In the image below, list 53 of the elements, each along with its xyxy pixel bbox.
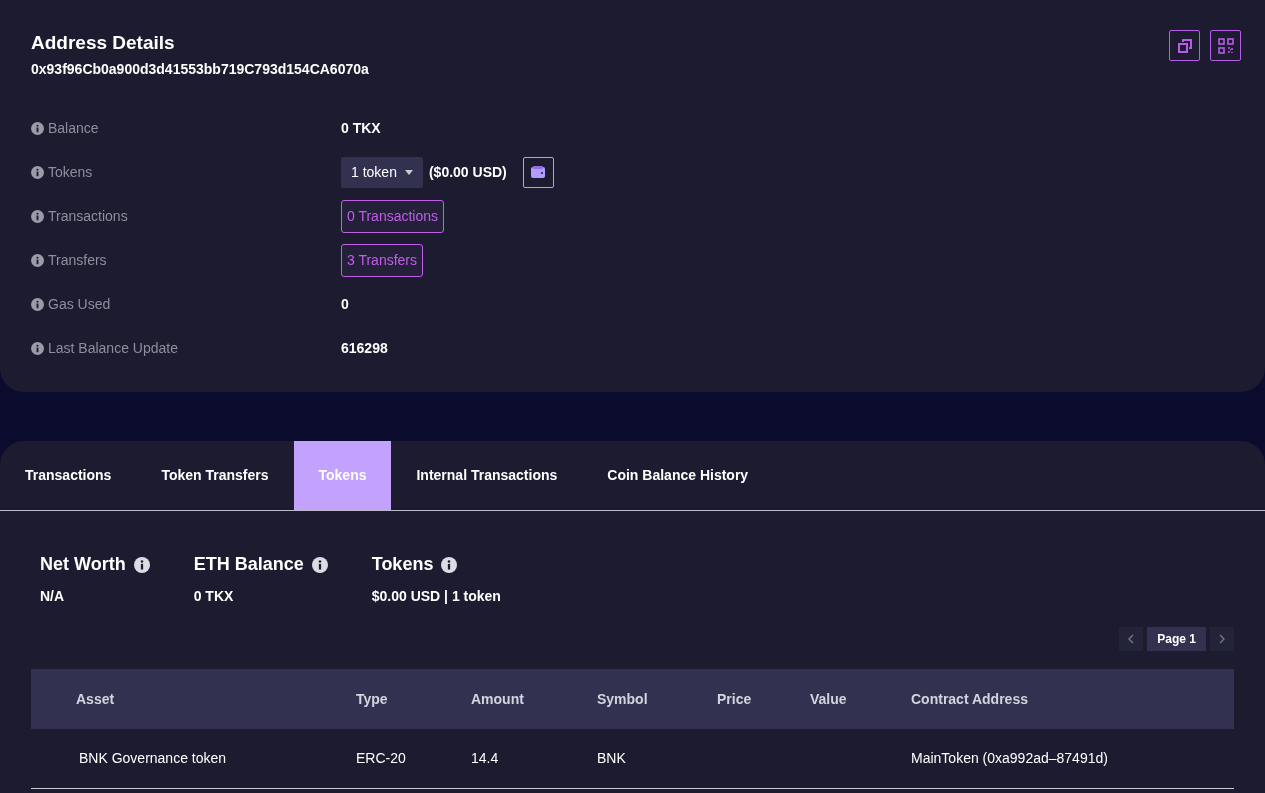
chevron-right-icon [1218, 634, 1226, 644]
detail-label: Balance [48, 118, 99, 138]
column-header: Price [717, 689, 753, 709]
detail-label: Tokens [48, 162, 93, 182]
table-cell-text: ERC-20 [356, 749, 407, 768]
summary-label: Tokens [371, 553, 434, 576]
tab[interactable]: Transactions [0, 441, 137, 510]
address-hash: 0x93f96Cb0a900d3d41553bb719C793d154CA6070a [31, 60, 369, 79]
detail-value: 0 TKX [341, 118, 381, 138]
info-icon [311, 556, 328, 573]
chevron-left-icon [1127, 634, 1136, 644]
info-icon [31, 341, 44, 355]
info-icon [31, 253, 44, 267]
count-link[interactable]: 3 Transfers [341, 243, 424, 277]
caret-icon [404, 169, 413, 175]
info-icon [133, 556, 150, 573]
table-cell-text: BNK [597, 749, 627, 768]
detail-label: Last Balance Update [48, 338, 178, 358]
column-header: Type [356, 689, 389, 709]
summary-value: $0.00 USD | 1 token [371, 587, 501, 606]
detail-label: Transactions [48, 206, 128, 226]
column-header: Amount [471, 689, 525, 709]
column-header: Asset [76, 689, 116, 709]
detail-label: Transfers [48, 250, 107, 270]
detail-value: 0 [341, 294, 349, 314]
info-icon [31, 165, 44, 179]
qr-code-icon[interactable] [1210, 30, 1241, 61]
column-header: Contract Address [911, 689, 1029, 709]
summary-value: 0 TKX [193, 587, 235, 606]
count-link[interactable]: 0 Transactions [341, 199, 445, 233]
column-header: Symbol [597, 689, 649, 709]
tab[interactable]: Token Transfers [136, 441, 294, 510]
info-icon [31, 209, 44, 223]
token-value-note: ($0.00 USD) [428, 162, 507, 182]
tab[interactable]: Coin Balance History [582, 441, 774, 510]
table-cell-text: 14.4 [471, 749, 500, 768]
detail-label: Gas Used [48, 294, 111, 314]
token-dropdown[interactable]: 1 token [341, 156, 423, 188]
address-title: Address Details [31, 32, 175, 54]
detail-value: 616298 [341, 338, 388, 358]
page-indicator: Page 1 [1147, 627, 1206, 651]
info-icon [31, 121, 44, 135]
tab[interactable]: Internal Transactions [391, 441, 583, 510]
info-icon [31, 297, 44, 311]
summary-value: N/A [40, 587, 66, 606]
wallet-icon[interactable] [522, 156, 554, 188]
table-cell-text: MainToken (0xa992ad–87491d) [911, 749, 1109, 768]
table-cell-text: BNK Governance token [79, 749, 228, 768]
summary-label: ETH Balance [193, 553, 304, 576]
info-icon [441, 556, 458, 573]
summary-label: Net Worth [40, 553, 126, 576]
copy-icon[interactable] [1169, 30, 1200, 61]
column-header: Value [810, 689, 848, 709]
